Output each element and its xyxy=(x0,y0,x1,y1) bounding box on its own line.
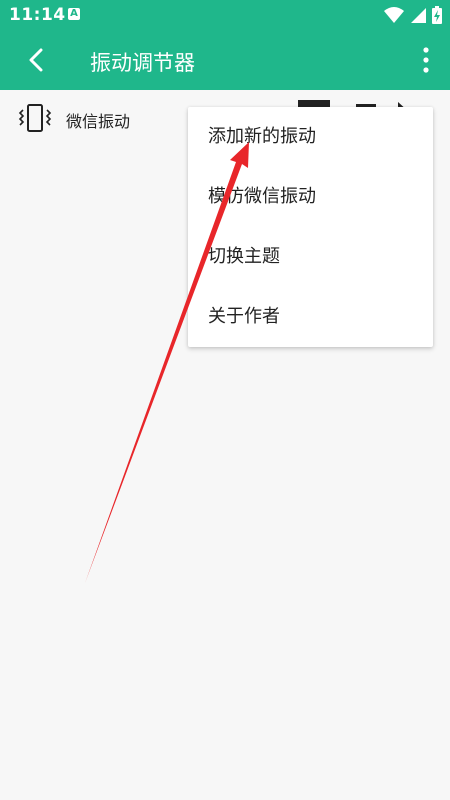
status-icons xyxy=(383,6,442,24)
app-bar: 振动调节器 xyxy=(0,30,450,90)
vibration-icon xyxy=(18,104,52,132)
status-bar: 11:14 A xyxy=(0,0,450,30)
signal-icon xyxy=(410,8,426,23)
notification-icon: A xyxy=(68,8,80,20)
battery-icon xyxy=(432,6,442,24)
menu-item-about-author[interactable]: 关于作者 xyxy=(188,287,433,347)
menu-item-add-vibration[interactable]: 添加新的振动 xyxy=(188,107,433,167)
menu-item-imitate-wechat[interactable]: 模仿微信振动 xyxy=(188,167,433,227)
status-time: 11:14 xyxy=(9,5,66,25)
menu-item-switch-theme[interactable]: 切换主题 xyxy=(188,227,433,287)
more-vertical-icon xyxy=(423,47,429,73)
overflow-menu: 添加新的振动 模仿微信振动 切换主题 关于作者 xyxy=(188,107,433,347)
chevron-left-icon xyxy=(29,48,43,72)
wifi-icon xyxy=(383,7,404,23)
page-title: 振动调节器 xyxy=(90,51,195,75)
more-options-button[interactable] xyxy=(414,42,438,78)
list-item-label: 微信振动 xyxy=(66,112,131,131)
back-button[interactable] xyxy=(18,42,54,78)
